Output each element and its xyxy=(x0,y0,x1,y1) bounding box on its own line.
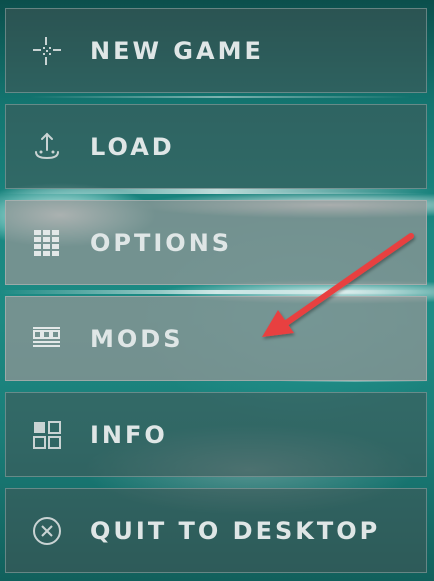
options-label: OPTIONS xyxy=(90,228,233,257)
close-circle-icon xyxy=(30,514,64,548)
main-menu-screen: NEW GAME LOAD OPTIONS MODS INFO QUIT TO … xyxy=(0,0,434,581)
quit-to-desktop-button[interactable]: QUIT TO DESKTOP xyxy=(5,488,427,573)
load-label: LOAD xyxy=(90,132,175,161)
crosshair-icon xyxy=(30,34,64,68)
mods-icon xyxy=(30,322,64,356)
options-button[interactable]: OPTIONS xyxy=(5,200,427,285)
grid-icon xyxy=(30,226,64,260)
light-streak xyxy=(30,96,410,98)
quit-to-desktop-label: QUIT TO DESKTOP xyxy=(90,516,381,545)
upload-icon xyxy=(30,130,64,164)
info-button[interactable]: INFO xyxy=(5,392,427,477)
mods-label: MODS xyxy=(90,324,184,353)
mods-button[interactable]: MODS xyxy=(5,296,427,381)
new-game-label: NEW GAME xyxy=(90,36,264,65)
new-game-button[interactable]: NEW GAME xyxy=(5,8,427,93)
load-button[interactable]: LOAD xyxy=(5,104,427,189)
info-label: INFO xyxy=(90,420,168,449)
tiles-icon xyxy=(30,418,64,452)
light-streak xyxy=(0,290,434,294)
